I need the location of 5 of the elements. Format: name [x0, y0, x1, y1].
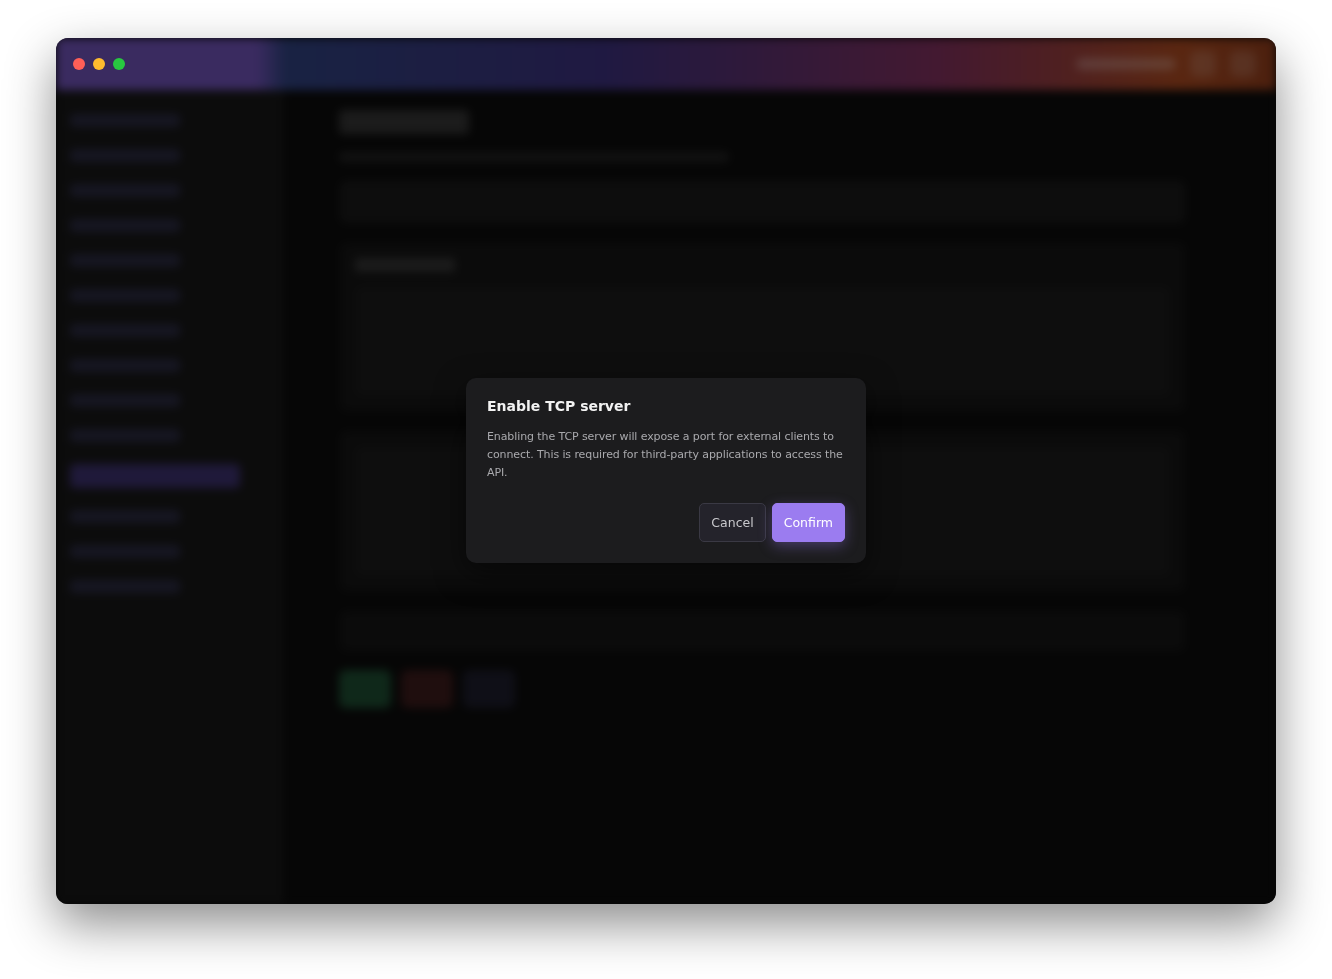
- dialog-title: Enable TCP server: [487, 398, 632, 414]
- dialog-message: Enabling the TCP server will expose a port for external clients to connect. This is required for third-party applications to access the API.: [487, 429, 844, 481]
- blurred-button[interactable]: [339, 670, 391, 708]
- cancel-button[interactable]: Cancel: [699, 503, 766, 542]
- blurred-sidebar-item[interactable]: [70, 464, 240, 488]
